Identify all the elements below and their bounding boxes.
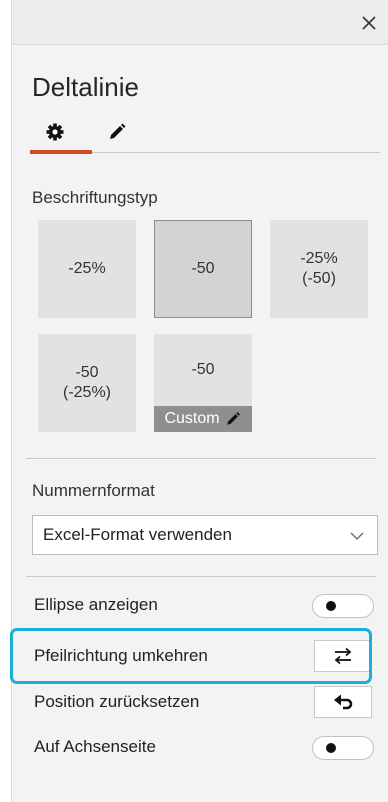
label-tile-percent-absolute[interactable]: -25% (-50) — [270, 220, 368, 318]
tile-value: -50 — [191, 361, 215, 378]
section-divider — [26, 576, 376, 577]
tile-value-secondary: (-25%) — [62, 384, 111, 401]
ellipse-row: Ellipse anzeigen — [28, 585, 382, 625]
reverse-arrow-label: Pfeilrichtung umkehren — [34, 646, 208, 665]
close-icon — [362, 16, 376, 30]
label-tile-custom[interactable]: -50 Custom — [154, 334, 252, 432]
toggle-knob — [326, 743, 336, 753]
reverse-arrow-row: Pfeilrichtung umkehren — [28, 636, 382, 676]
close-button[interactable] — [356, 10, 382, 36]
reverse-arrow-button[interactable] — [314, 640, 372, 672]
number-format-value: Excel-Format verwenden — [43, 525, 232, 544]
tab-edit[interactable] — [92, 114, 142, 150]
tile-value: -50 — [75, 364, 99, 381]
tab-divider — [92, 152, 380, 153]
label-tile-absolute[interactable]: -50 — [154, 220, 252, 318]
axis-side-row: Auf Achsenseite — [28, 727, 382, 767]
ellipse-label: Ellipse anzeigen — [34, 595, 158, 614]
tile-value-secondary: (-50) — [302, 270, 336, 287]
undo-icon — [334, 694, 353, 710]
tab-settings[interactable] — [30, 114, 80, 150]
chevron-down-icon — [350, 532, 364, 540]
panel-tabs — [30, 114, 380, 154]
axis-side-toggle[interactable] — [312, 736, 374, 760]
label-tile-absolute-percent[interactable]: -50 (-25%) — [38, 334, 136, 432]
pencil-icon — [110, 123, 126, 139]
ellipse-toggle[interactable] — [312, 594, 374, 618]
swap-arrows-icon — [334, 647, 352, 665]
label-type-heading: Beschriftungstyp — [32, 188, 158, 207]
custom-edit-bar[interactable]: Custom — [154, 406, 252, 432]
axis-side-label: Auf Achsenseite — [34, 737, 156, 756]
tile-value: -25% — [68, 260, 106, 277]
section-divider — [26, 458, 376, 459]
reset-position-button[interactable] — [314, 686, 372, 718]
reset-position-label: Position zurücksetzen — [34, 692, 200, 711]
number-format-select[interactable]: Excel-Format verwenden — [32, 515, 378, 555]
tile-value: -50 — [191, 260, 215, 277]
gear-icon — [46, 123, 64, 141]
delta-line-panel: Deltalinie Beschriftungstyp -25% -50 -25… — [12, 0, 388, 802]
pencil-icon — [226, 412, 240, 425]
custom-label: Custom — [164, 410, 220, 427]
toggle-knob — [326, 601, 336, 611]
active-tab-indicator — [30, 150, 92, 154]
number-format-heading: Nummernformat — [32, 481, 155, 500]
panel-titlebar — [12, 0, 388, 45]
tile-value: -25% — [300, 250, 338, 267]
panel-title: Deltalinie — [32, 72, 139, 102]
reset-position-row: Position zurücksetzen — [28, 682, 382, 722]
label-tile-percent[interactable]: -25% — [38, 220, 136, 318]
